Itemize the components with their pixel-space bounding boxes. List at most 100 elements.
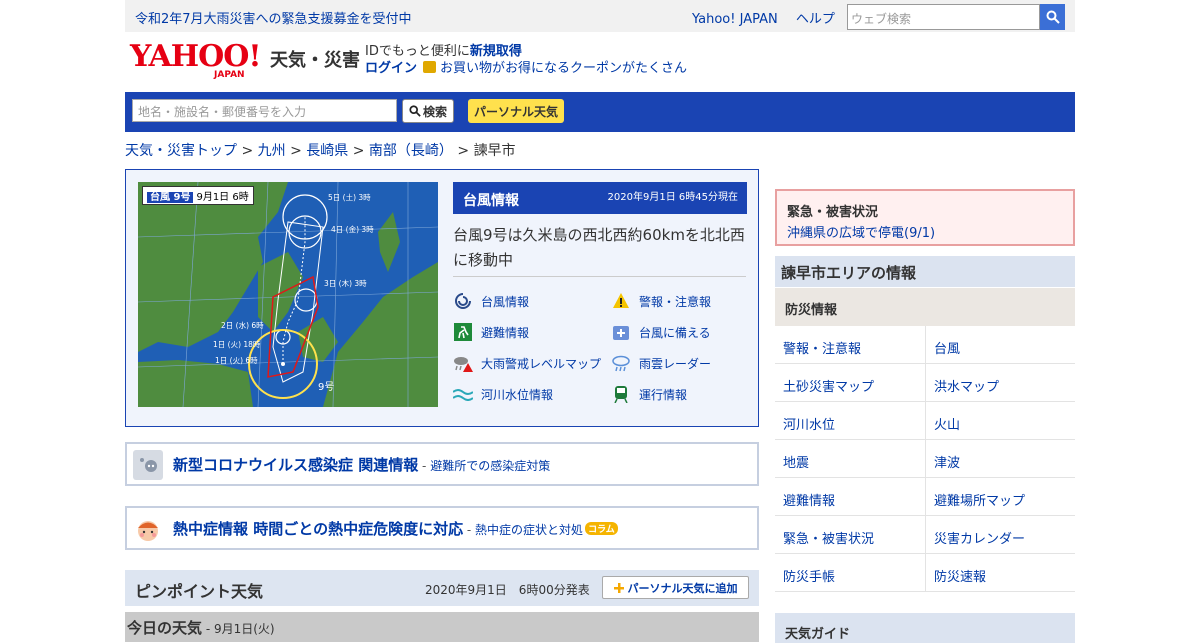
top-links: Yahoo! JAPAN ヘルプ [692, 8, 849, 27]
column-tag: コラム [585, 522, 618, 535]
pinpoint-title: ピンポイント天気 [135, 582, 264, 601]
map-label-time: 9月1日 6時 [196, 192, 249, 203]
warning-icon [611, 291, 631, 311]
heatstroke-banner-dash: - [463, 523, 476, 537]
help-link[interactable]: ヘルプ [796, 12, 835, 27]
web-search-button[interactable] [1040, 4, 1065, 30]
warning-link-label: 警報・注意報 [639, 294, 712, 309]
donation-notice-link[interactable]: 令和2年7月大雨災害への緊急支援募金を受付中 [135, 8, 412, 27]
sidebar-item-flood-map[interactable]: 洪水マップ [925, 364, 1075, 402]
corona-banner-sub[interactable]: 避難所での感染症対策 [430, 459, 550, 473]
river-level-link[interactable]: 河川水位情報 [453, 384, 553, 404]
map-label-name: 台風 9号 [147, 192, 194, 203]
sidebar-item-warning[interactable]: 警報・注意報 [775, 326, 925, 364]
rain-level-map-label: 大雨警戒レベルマップ [481, 356, 602, 371]
sidebar-item-landslide-map[interactable]: 土砂災害マップ [775, 364, 925, 402]
search-icon [1046, 10, 1060, 24]
typhoon-info-link[interactable]: 台風情報 [453, 291, 529, 311]
typhoon-info-link-label: 台風情報 [481, 294, 530, 309]
heatstroke-icon [133, 514, 163, 544]
divider [453, 276, 746, 277]
logo-japan: JAPAN [214, 70, 245, 80]
web-search-input[interactable]: ウェブ検索 [847, 4, 1040, 30]
today-weather-header: 今日の天気 - 9月1日(火) [125, 612, 759, 642]
rain-radar-icon [611, 353, 631, 373]
search-bar: 地名・施設名・郵便番号を入力 検索 パーソナル天気 [125, 92, 1075, 132]
personal-weather-button[interactable]: パーソナル天気 [468, 99, 564, 123]
breadcrumb-sep: > [457, 143, 470, 159]
map-label-d2: 2日 (水) 6時 [221, 320, 264, 330]
login-link[interactable]: ログイン [365, 61, 417, 76]
map-label-d4: 4日 (金) 3時 [331, 224, 374, 234]
sidebar-item-river-level[interactable]: 河川水位 [775, 402, 925, 440]
prepare-link-label: 台風に備える [639, 325, 711, 340]
typhoon-info-header: 台風情報 2020年9月1日 6時45分現在 [453, 182, 747, 214]
place-search-button[interactable]: 検索 [402, 99, 454, 123]
sidebar-item-volcano[interactable]: 火山 [925, 402, 1075, 440]
coupon-icon [423, 61, 437, 73]
sidebar-item-emergency[interactable]: 緊急・被害状況 [775, 516, 925, 554]
add-personal-weather-button[interactable]: パーソナル天気に追加 [602, 576, 749, 599]
train-info-link[interactable]: 運行情報 [611, 384, 687, 404]
emergency-alert-box: 緊急・被害状況 沖縄県の広域で停電(9/1) [775, 189, 1075, 246]
yahoo-weather-logo[interactable]: YAHOO! JAPAN 天気・災害 [130, 39, 360, 81]
typhoon-map[interactable]: 5日 (土) 3時 4日 (金) 3時 3日 (木) 3時 2日 (水) 6時 … [138, 182, 438, 407]
typhoon-info-datetime: 2020年9月1日 6時45分現在 [607, 192, 738, 203]
rain-level-icon [453, 353, 473, 373]
sidebar-item-tsunami[interactable]: 津波 [925, 440, 1075, 478]
sidebar-item-earthquake[interactable]: 地震 [775, 440, 925, 478]
area-info-title: 諫早市エリアの情報 [781, 264, 917, 282]
rain-level-map-link[interactable]: 大雨警戒レベルマップ [453, 353, 601, 373]
yahoo-japan-link[interactable]: Yahoo! JAPAN [692, 12, 778, 27]
coupon-link[interactable]: お買い物がお得になるクーポンがたくさん [440, 61, 687, 76]
typhoon-icon [453, 291, 473, 311]
corona-banner[interactable]: 新型コロナウイルス感染症 関連情報 - 避難所での感染症対策 [125, 442, 759, 486]
heatstroke-banner-sub[interactable]: 熱中症の症状と対処 [475, 523, 583, 537]
place-search-input[interactable]: 地名・施設名・郵便番号を入力 [132, 99, 397, 122]
breadcrumb-sep: > [241, 143, 254, 159]
breadcrumb-sep: > [290, 143, 302, 159]
weather-guide-header: 天気ガイド [775, 613, 1075, 643]
search-button-label: 検索 [422, 104, 447, 119]
search-icon [409, 105, 421, 117]
heatstroke-banner-text: 熱中症情報 時間ごとの熱中症危険度に対応 - 熱中症の症状と対処 コラム [173, 518, 618, 539]
map-label-d3: 3日 (木) 3時 [324, 278, 367, 288]
register-link[interactable]: 新規取得 [470, 44, 522, 59]
breadcrumb-top[interactable]: 天気・災害トップ [125, 143, 237, 159]
train-info-link-label: 運行情報 [639, 387, 688, 402]
breadcrumb-nagasaki[interactable]: 長崎県 [306, 143, 348, 159]
map-label-d1a: 1日 (火) 18時 [213, 340, 261, 349]
area-info-header: 諫早市エリアの情報 [775, 256, 1075, 287]
weather-guide-title: 天気ガイド [785, 627, 851, 642]
alert-link[interactable]: 沖縄県の広域で停電(9/1) [787, 222, 935, 241]
sidebar-item-handbook[interactable]: 防災手帳 [775, 554, 925, 592]
prepare-link[interactable]: 台風に備える [611, 322, 711, 342]
sidebar-item-typhoon[interactable]: 台風 [925, 326, 1075, 364]
id-text: IDでもっと便利に [365, 44, 470, 59]
sidebar-item-evacuation[interactable]: 避難情報 [775, 478, 925, 516]
prepare-icon [611, 322, 631, 342]
sidebar-item-calendar[interactable]: 災害カレンダー [925, 516, 1075, 554]
today-title-text: 今日の天気 [127, 619, 203, 637]
breadcrumb-kyushu[interactable]: 九州 [258, 143, 286, 159]
corona-banner-text: 新型コロナウイルス感染症 関連情報 - 避難所での感染症対策 [173, 454, 550, 475]
river-level-link-label: 河川水位情報 [481, 387, 554, 402]
sidebar-item-alerts[interactable]: 防災速報 [925, 554, 1075, 592]
rain-radar-link[interactable]: 雨雲レーダー [611, 353, 711, 373]
top-bar: 令和2年7月大雨災害への緊急支援募金を受付中 Yahoo! JAPAN ヘルプ … [125, 0, 1075, 32]
breadcrumb: 天気・災害トップ > 九州 > 長崎県 > 南部（長崎） > 諫早市 [125, 140, 516, 160]
virus-icon [133, 450, 163, 480]
typhoon-panel: 5日 (土) 3時 4日 (金) 3時 3日 (木) 3時 2日 (水) 6時 … [125, 169, 759, 427]
logo-text: YAHOO! [130, 39, 262, 74]
pinpoint-published: 2020年9月1日 6時00分発表 [425, 583, 590, 597]
evacuation-icon [453, 322, 473, 342]
evacuation-link[interactable]: 避難情報 [453, 322, 529, 342]
sidebar-item-shelter-map[interactable]: 避難場所マップ [925, 478, 1075, 516]
breadcrumb-nanbu[interactable]: 南部（長崎） [369, 143, 453, 159]
service-name: 天気・災害 [270, 50, 360, 71]
warning-link[interactable]: 警報・注意報 [611, 291, 711, 311]
disaster-info-header: 防災情報 [775, 288, 1075, 326]
heatstroke-banner[interactable]: 熱中症情報 時間ごとの熱中症危険度に対応 - 熱中症の症状と対処 コラム [125, 506, 759, 550]
pinpoint-weather-header: ピンポイント天気 2020年9月1日 6時00分発表 パーソナル天気に追加 [125, 570, 759, 606]
typhoon-track-map: 5日 (土) 3時 4日 (金) 3時 3日 (木) 3時 2日 (水) 6時 … [138, 182, 438, 407]
